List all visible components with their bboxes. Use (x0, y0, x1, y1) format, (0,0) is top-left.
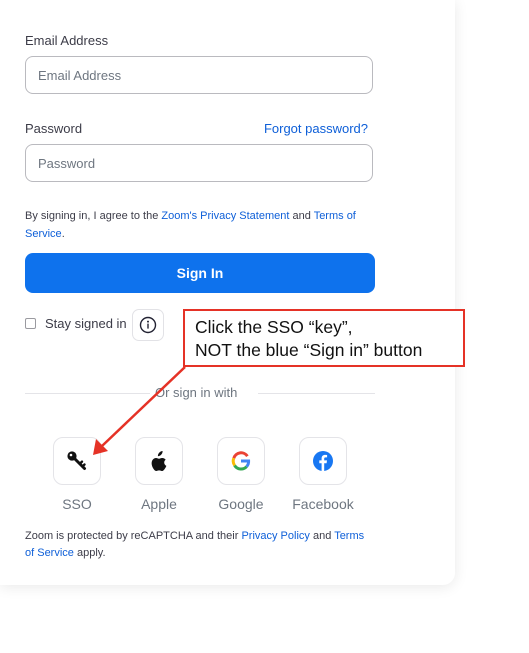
provider-label-sso: SSO (62, 496, 92, 512)
captcha-suffix: apply. (73, 547, 106, 559)
sso-button[interactable] (53, 437, 101, 485)
info-icon (139, 316, 157, 334)
consent-suffix: . (61, 228, 65, 240)
privacy-statement-link[interactable]: Zoom's Privacy Statement (161, 210, 289, 222)
annotation-callout: Click the SSO “key”, NOT the blue “Sign … (183, 309, 465, 367)
sign-in-button[interactable]: Sign In (25, 253, 375, 293)
divider-right (258, 393, 375, 394)
captcha-and: and (309, 530, 335, 542)
privacy-policy-link[interactable]: Privacy Policy (241, 530, 309, 542)
google-icon (231, 451, 251, 471)
facebook-icon (313, 451, 333, 471)
google-button[interactable] (217, 437, 265, 485)
divider-left (25, 393, 150, 394)
signin-card: Email Address Password Forgot password? … (0, 0, 455, 585)
stay-signed-in-checkbox[interactable] (25, 318, 36, 329)
callout-line-2: NOT the blue “Sign in” button (195, 340, 423, 360)
email-input[interactable] (25, 56, 373, 94)
info-button[interactable] (132, 309, 164, 341)
recaptcha-notice: Zoom is protected by reCAPTCHA and their… (25, 528, 365, 562)
stay-signed-in-label[interactable]: Stay signed in (45, 316, 127, 331)
divider-text: Or sign in with (155, 385, 238, 400)
consent-text: By signing in, I agree to the Zoom's Pri… (25, 207, 370, 243)
password-input[interactable] (25, 144, 373, 182)
key-icon (67, 451, 86, 470)
consent-and: and (289, 210, 314, 222)
consent-prefix: By signing in, I agree to the (25, 210, 162, 222)
captcha-prefix: Zoom is protected by reCAPTCHA and their (25, 530, 242, 542)
email-label: Email Address (25, 33, 109, 48)
provider-label-apple: Apple (141, 496, 177, 512)
facebook-button[interactable] (299, 437, 347, 485)
provider-label-google: Google (218, 496, 264, 512)
password-label: Password (25, 121, 83, 136)
forgot-password-link[interactable]: Forgot password? (264, 121, 368, 136)
provider-label-facebook: Facebook (292, 496, 354, 512)
callout-line-1: Click the SSO “key”, (195, 317, 353, 337)
apple-icon (151, 451, 167, 471)
apple-button[interactable] (135, 437, 183, 485)
